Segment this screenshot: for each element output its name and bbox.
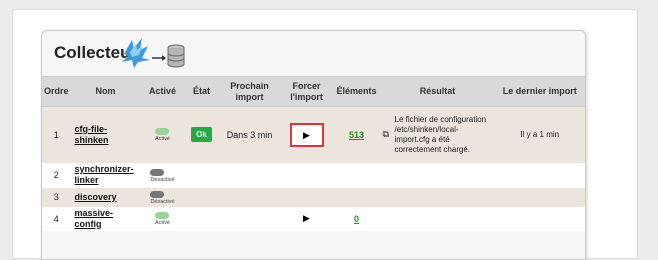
source-link-discovery[interactable]: discovery xyxy=(75,192,117,203)
enable-toggle[interactable]: Désactivé xyxy=(150,190,175,205)
col-next-import: Prochain import xyxy=(218,76,281,107)
table-row: 1 cfg-file-shinken Activé Ok Dans 3 min xyxy=(42,106,585,163)
row-elements-cell: 513 xyxy=(332,106,381,163)
force-import-button[interactable]: ▶ xyxy=(289,122,324,147)
table-row: 2 synchronizer-linker Désactivé xyxy=(42,162,585,188)
row-result-cell xyxy=(380,162,495,188)
row-name[interactable]: cfg-file-shinken xyxy=(70,106,141,163)
row-name[interactable]: massive-config xyxy=(70,206,141,231)
row-state-cell xyxy=(184,206,219,231)
row-state-cell: Ok xyxy=(184,106,219,163)
row-last-import xyxy=(494,206,585,231)
toggle-switch[interactable] xyxy=(155,212,170,219)
toggle-switch[interactable] xyxy=(150,190,165,198)
toggle-label: Activé xyxy=(155,136,170,143)
elements-count-link[interactable]: 0 xyxy=(354,214,359,224)
row-last-import xyxy=(494,187,585,207)
status-badge: Ok xyxy=(191,127,212,143)
row-state-cell xyxy=(184,187,219,207)
row-enabled-cell: Désactivé xyxy=(140,162,185,188)
play-icon[interactable]: ▶ xyxy=(303,213,310,223)
row-enabled-cell: Activé xyxy=(140,206,185,231)
table-row: 4 massive-config Activé ▶ 0 xyxy=(42,206,585,231)
row-order: 4 xyxy=(42,206,71,231)
col-enabled: Activé xyxy=(140,76,185,107)
collector-panel: Collecteur Ordre Nom Activé État Prochai… xyxy=(41,30,586,260)
toggle-switch[interactable] xyxy=(155,128,170,136)
col-last-import: Le dernier import xyxy=(494,76,585,107)
result-text: Le fichier de configuration /etc/shinken… xyxy=(394,114,487,154)
source-link-synchronizer-linker[interactable]: synchronizer-linker xyxy=(75,164,139,186)
row-name[interactable]: synchronizer-linker xyxy=(70,162,141,188)
row-force-cell: ▶ xyxy=(280,206,333,231)
row-enabled-cell: Activé xyxy=(140,106,185,163)
collector-table: Ordre Nom Activé État Prochain import Fo… xyxy=(42,76,585,231)
col-result: Résultat xyxy=(380,76,495,107)
row-order: 1 xyxy=(42,106,71,163)
enable-toggle[interactable]: Activé xyxy=(155,212,170,226)
row-name[interactable]: discovery xyxy=(70,187,141,207)
table-header-row: Ordre Nom Activé État Prochain import Fo… xyxy=(42,76,585,107)
row-next-import xyxy=(218,206,281,231)
row-enabled-cell: Désactivé xyxy=(140,187,185,207)
row-last-import xyxy=(494,162,585,188)
toggle-label: Activé xyxy=(155,220,170,226)
row-elements-cell xyxy=(332,162,381,188)
panel-header: Collecteur xyxy=(42,31,585,76)
row-result-cell xyxy=(380,206,495,231)
enable-toggle[interactable]: Activé xyxy=(155,128,170,142)
row-next-import: Dans 3 min xyxy=(218,106,281,163)
toggle-label: Désactivé xyxy=(150,198,175,205)
row-force-cell xyxy=(280,162,333,188)
table-row: 3 discovery Désactivé xyxy=(42,187,585,207)
row-next-import xyxy=(218,162,281,188)
source-link-massive-config[interactable]: massive-config xyxy=(75,208,139,230)
row-elements-cell: 0 xyxy=(332,206,381,231)
row-state-cell xyxy=(184,162,219,188)
external-link-icon[interactable]: ⧉ xyxy=(383,129,395,139)
toggle-switch[interactable] xyxy=(150,168,165,176)
row-last-import: Il y a 1 min xyxy=(494,106,585,163)
row-order: 2 xyxy=(42,162,71,188)
col-order: Ordre xyxy=(42,76,71,107)
elements-count-link[interactable]: 513 xyxy=(349,130,364,140)
collector-database-icon xyxy=(122,38,185,68)
row-result-cell xyxy=(380,187,495,207)
row-force-cell xyxy=(280,187,333,207)
col-name: Nom xyxy=(70,76,141,107)
toggle-label: Désactivé xyxy=(150,176,175,183)
row-next-import xyxy=(218,187,281,207)
source-link-cfg-file-shinken[interactable]: cfg-file-shinken xyxy=(75,124,139,146)
row-force-cell: ▶ xyxy=(280,106,333,163)
col-state: État xyxy=(184,76,219,107)
play-icon: ▶ xyxy=(303,129,310,140)
enable-toggle[interactable]: Désactivé xyxy=(150,168,175,183)
row-result-cell: ⧉ Le fichier de configuration /etc/shink… xyxy=(380,106,495,163)
row-order: 3 xyxy=(42,187,71,207)
row-elements-cell xyxy=(332,187,381,207)
col-force-import: Forcer l'import xyxy=(280,76,333,107)
col-elements: Éléments xyxy=(332,76,381,107)
